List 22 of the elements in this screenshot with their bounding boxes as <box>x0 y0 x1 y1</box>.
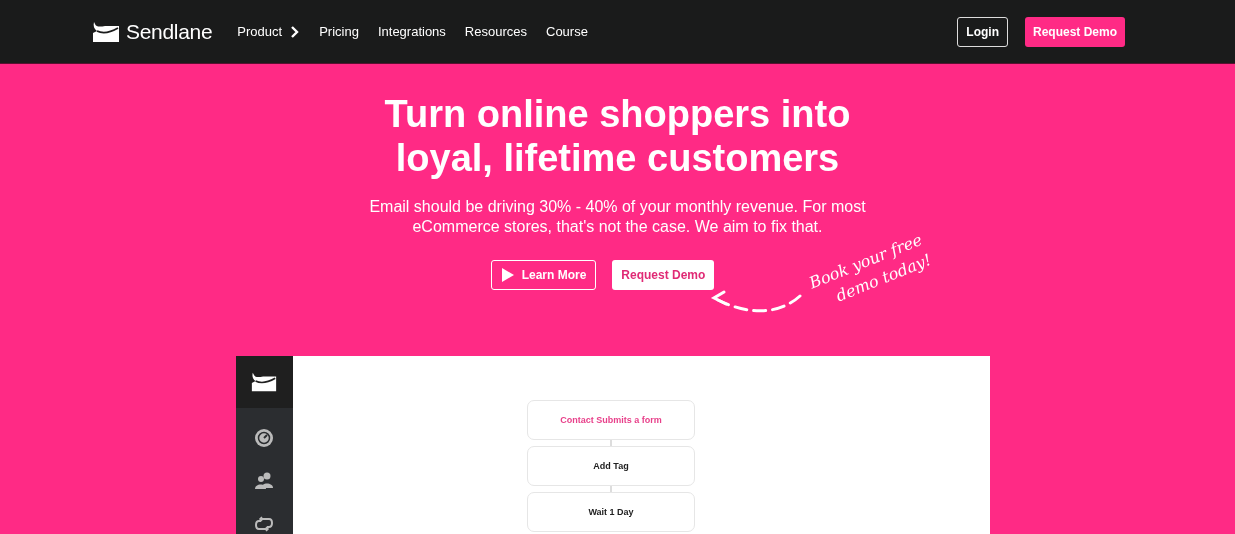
nav-link[interactable]: Resources <box>464 24 527 39</box>
workflow-step-card: Add Tag <box>527 446 695 486</box>
brand-name: Sendlane <box>126 19 213 44</box>
nav-link[interactable]: Pricing <box>319 24 359 39</box>
nav-link[interactable]: Course <box>546 24 588 39</box>
request-demo-button[interactable]: Request Demo <box>1024 16 1125 47</box>
nav-link[interactable]: Product <box>237 24 283 39</box>
nav-link[interactable]: Integrations <box>377 24 446 39</box>
gauge-icon[interactable] <box>254 428 274 448</box>
login-button[interactable]: Login <box>957 16 1008 47</box>
envelope-logo-icon <box>91 20 121 43</box>
request-demo-button[interactable]: Request Demo <box>612 260 715 290</box>
play-icon <box>500 267 515 283</box>
learn-more-button[interactable]: Learn More <box>490 260 597 290</box>
workflow-step-card: Wait 1 Day <box>527 492 695 532</box>
workflow-step-card: Contact Submits a form <box>527 400 695 440</box>
hero-subtext: Email should be driving 30% - 40% of your monthly revenue. For most eCommerce stores, that's not the case. We aim to fix that. <box>368 197 867 237</box>
loop-icon[interactable] <box>254 514 274 534</box>
brand-logo[interactable]: Sendlane <box>91 19 213 44</box>
people-icon[interactable] <box>254 471 274 491</box>
envelope-logo-icon <box>250 371 278 393</box>
hero-heading: Turn online shoppers into loyal, lifetime customers <box>384 92 851 180</box>
